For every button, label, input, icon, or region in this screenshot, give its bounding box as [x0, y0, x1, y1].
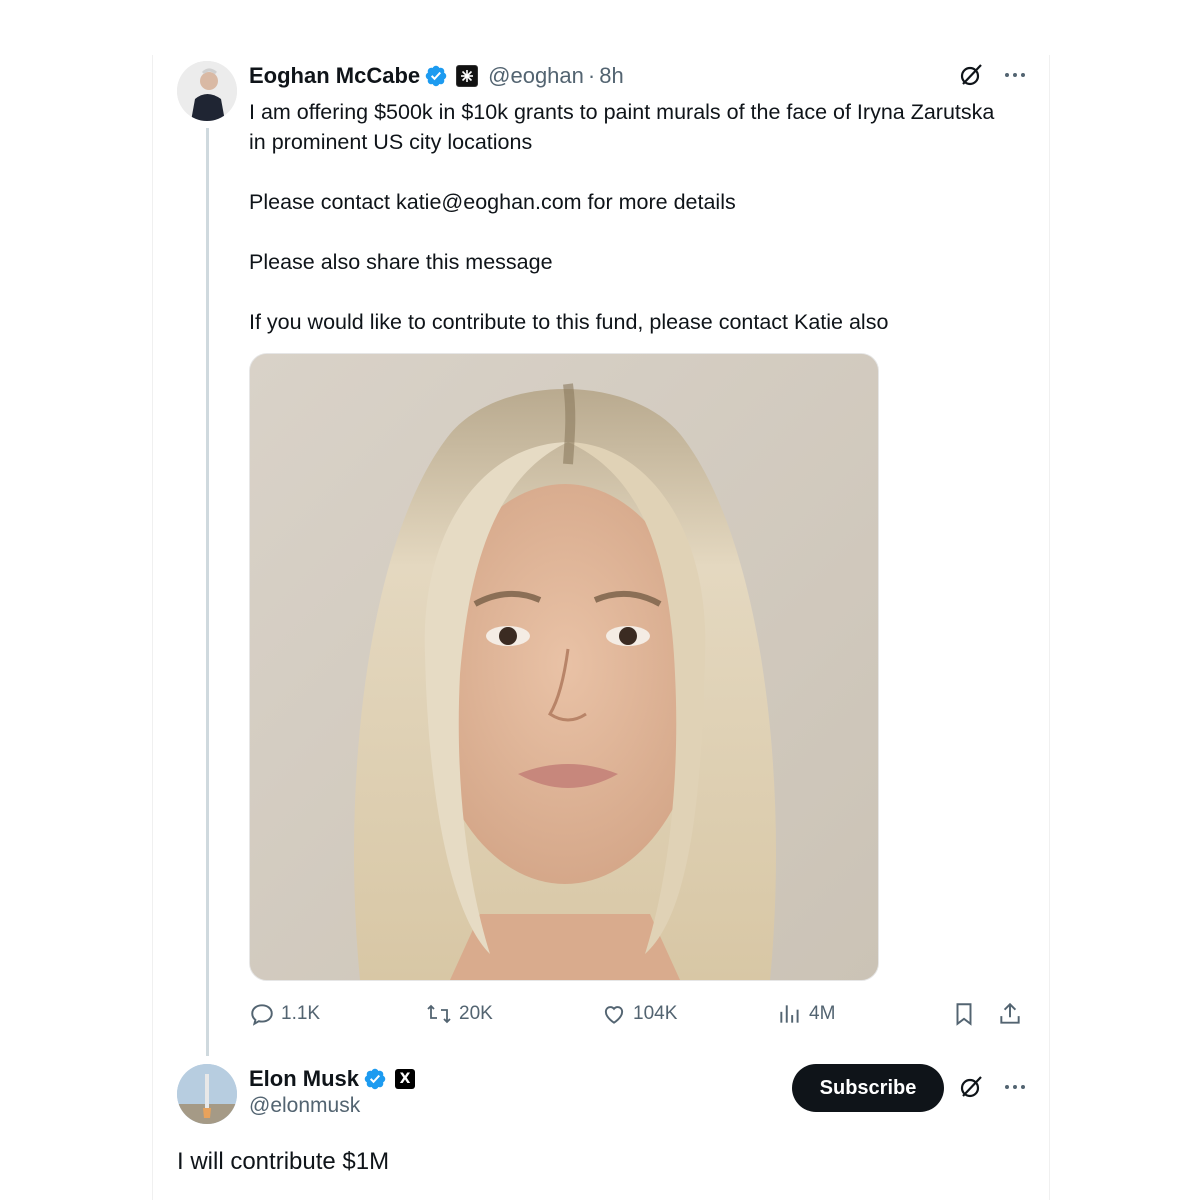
tweet-paragraph: I am offering $500k in $10k grants to pa…	[249, 100, 995, 154]
timestamp[interactable]: 8h	[599, 63, 623, 89]
more-options-icon[interactable]	[1002, 62, 1028, 88]
reply-button[interactable]: 1.1K	[249, 996, 320, 1032]
tweet-text: I am offering $500k in $10k grants to pa…	[249, 97, 1009, 337]
repost-icon	[427, 1004, 451, 1024]
author-handle[interactable]: @eoghan	[488, 63, 584, 89]
separator-dot: ·	[587, 63, 596, 88]
verified-badge-icon	[425, 65, 447, 87]
x-affiliation-badge[interactable]: X	[395, 1069, 416, 1089]
like-button[interactable]: 104K	[601, 996, 677, 1032]
share-icon	[1000, 1002, 1020, 1024]
views-count: 4M	[809, 1003, 836, 1024]
tweet-paragraph: Please also share this message	[249, 250, 553, 274]
share-button[interactable]	[997, 996, 1029, 1032]
like-count: 104K	[633, 1003, 678, 1024]
reply-top-actions	[958, 1074, 1028, 1100]
more-options-icon[interactable]	[1002, 1074, 1028, 1100]
tweet-header: Eoghan McCabe @eoghan · 8h	[249, 60, 624, 92]
views-button[interactable]: 4M	[777, 996, 835, 1032]
reply-count: 1.1K	[281, 1003, 321, 1024]
author-name[interactable]: Eoghan McCabe	[249, 63, 420, 89]
thread-connector-line	[206, 128, 209, 1056]
verified-badge-icon	[364, 1068, 386, 1090]
bookmark-button[interactable]	[951, 996, 983, 1032]
repost-button[interactable]: 20K	[425, 996, 493, 1032]
author-handle[interactable]: @elonmusk	[249, 1094, 360, 1118]
author-name[interactable]: Elon Musk	[249, 1066, 359, 1092]
bookmark-icon	[956, 1003, 972, 1026]
reply-text: I will contribute $1M	[177, 1148, 390, 1175]
reply-icon	[251, 1004, 273, 1026]
tweet-paragraph: If you would like to contribute to this …	[249, 310, 889, 334]
avatar[interactable]	[177, 61, 237, 121]
tweet-paragraph: Please contact katie@eoghan.com for more…	[249, 190, 736, 214]
reply-header: Elon Musk X	[249, 1064, 416, 1094]
affiliation-badge-icon[interactable]	[456, 65, 479, 87]
tweet-action-bar: 1.1K 20K 104K 4M	[249, 996, 1029, 1032]
avatar[interactable]	[177, 1064, 237, 1124]
tweet-top-actions	[958, 62, 1028, 88]
grok-icon[interactable]	[958, 62, 984, 88]
views-icon	[780, 1005, 799, 1023]
subscribe-button[interactable]: Subscribe	[792, 1064, 944, 1112]
repost-count: 20K	[459, 1003, 493, 1024]
heart-icon	[604, 1006, 624, 1024]
tweet-photo[interactable]	[249, 353, 879, 981]
grok-icon[interactable]	[958, 1074, 984, 1100]
